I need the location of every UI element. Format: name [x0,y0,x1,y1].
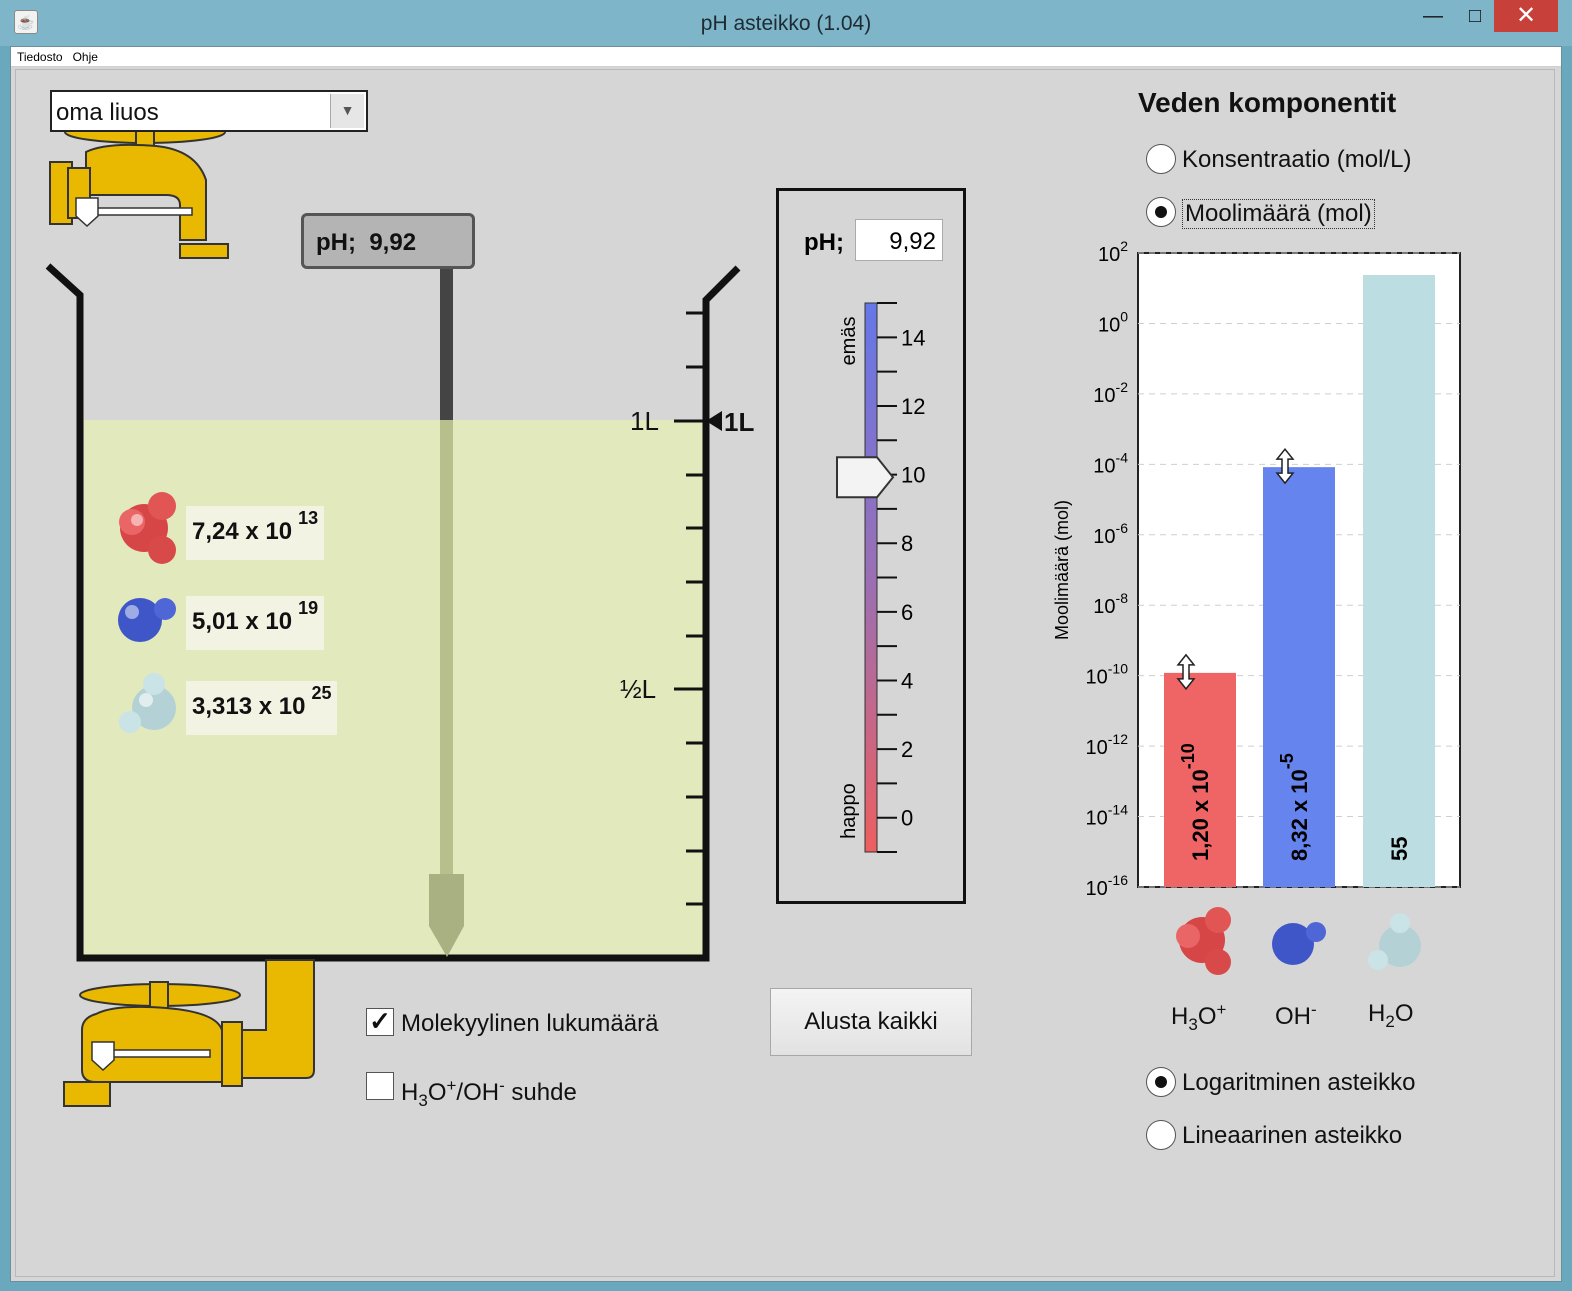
bottom-faucet[interactable] [63,959,315,1107]
menu-help[interactable]: Ohje [67,47,102,66]
simulation-panel: oma liuos ▼ pH; 9,92 1L 1L ½L 7,24 x 10 1… [15,69,1555,1277]
h3o-count: 7,24 x 10 13 [186,506,325,560]
oh-count: 5,01 x 10 19 [186,596,325,650]
chart-h3o-icon [1176,907,1231,975]
molecule-count-checkbox[interactable]: ✓ [366,1008,394,1036]
ph-tick-label: 4 [901,668,913,693]
chart-y-tick-label: 10-16 [1086,872,1129,900]
ph-tick-label: 8 [901,531,913,556]
ph-tick-label: 2 [901,737,913,762]
chart-bar [1363,275,1435,887]
chart-plot-area [1137,252,1461,888]
chart-bar [1164,672,1236,887]
solution-select-value: oma liuos [56,99,159,126]
ph-tick-label: 6 [901,600,913,625]
chart-y-tick-label: 10-8 [1093,590,1128,618]
reset-all-button[interactable]: Alusta kaikki [770,988,972,1056]
moles-radio[interactable] [1146,197,1176,227]
chart-y-tick-label: 10-10 [1086,661,1129,689]
app-frame: Tiedosto Ohje oma liuos ▼ pH; 9,92 1L 1L… [10,46,1562,1282]
chart-grid [1138,252,1460,888]
window-title: pH asteikko (1.04) [700,12,872,35]
maximize-button[interactable]: □ [1452,0,1498,32]
log-scale-label: Logaritminen asteikko [1182,1069,1416,1096]
ratio-label: H3O+/OH- suhde [401,1076,577,1110]
close-button[interactable]: ✕ [1494,0,1558,32]
chart-y-tick-label: 10-12 [1086,731,1129,759]
bar-resize-handle-icon[interactable] [1176,653,1196,691]
ph-scale: emäs happo 14 12 10 8 6 4 2 0 [836,302,925,853]
level-marker-label: 1L [724,407,755,437]
h2o-species-label: H2O [1368,1000,1414,1031]
h3o-species-label: H3O+ [1171,1000,1227,1034]
chart-bar [1263,467,1335,887]
solution-select[interactable]: oma liuos ▼ [50,90,368,132]
menu-file[interactable]: Tiedosto [11,47,67,66]
concentration-label: Konsentraatio (mol/L) [1182,146,1412,173]
moles-label: Moolimäärä (mol) [1182,199,1375,229]
top-faucet[interactable] [49,117,229,259]
chart-y-tick-label: 10-4 [1093,449,1128,477]
chart-oh-icon [1272,922,1326,965]
linear-scale-radio[interactable] [1146,1120,1176,1150]
menu-bar: Tiedosto Ohje [11,47,1561,67]
base-label: emäs [838,317,860,366]
ph-tick-label: 12 [901,394,925,419]
h2o-count: 3,313 x 10 25 [186,681,338,735]
probe-rod-submerged [440,420,453,875]
ratio-checkbox[interactable] [366,1072,394,1100]
ph-tick-label: 0 [901,806,913,831]
ph-tick-label: 10 [901,463,925,488]
side-panel-title: Veden komponentit [1138,87,1397,118]
ph-tick-label: 14 [901,325,925,350]
chart-y-tick-label: 102 [1098,238,1128,266]
probe-value: 9,92 [369,229,417,256]
concentration-radio[interactable] [1146,144,1176,174]
chart-y-tick-label: 100 [1098,308,1128,336]
probe-label: pH; [316,229,356,256]
chart-bar-label: 55 [1387,837,1412,861]
title-bar: ☕ pH asteikko (1.04) — □ ✕ [0,0,1572,46]
chart-y-tick-label: 10-14 [1086,802,1129,830]
minimize-button[interactable]: — [1410,0,1456,32]
molecule-count-label: Molekyylinen lukumäärä [401,1010,659,1037]
half-liter-label: ½L [620,674,657,704]
chart-bar-label: 1,20 x 10-10 [1178,743,1213,861]
bar-resize-handle-icon[interactable] [1275,447,1295,485]
chevron-down-icon[interactable]: ▼ [330,94,364,128]
chart-y-tick-label: 10-6 [1093,520,1128,548]
chart-y-tick-label: 10-2 [1093,379,1128,407]
ph-meter-panel: pH; 9,92 emäs happo 14 12 10 8 6 4 2 0 [776,188,966,904]
acid-label: happo [838,783,860,839]
log-scale-radio[interactable] [1146,1067,1176,1097]
one-liter-label: 1L [630,406,659,436]
probe-readout: pH; 9,92 [301,213,475,269]
chart-h2o-icon [1368,913,1421,970]
chart-y-ticks: 102 100 10-2 10-4 10-6 10-8 10-10 10-12 10-14 10-… [1086,238,1129,900]
oh-species-label: OH- [1275,1000,1317,1030]
chart-bars: 1,20 x 10-10 8,32 x 10-5 55 [1164,275,1435,887]
top-faucet-slider[interactable] [75,197,99,228]
linear-scale-label: Lineaarinen asteikko [1182,1122,1403,1149]
ph-slider-thumb[interactable] [836,456,895,499]
probe-rod[interactable] [440,268,453,420]
chart-bar-label: 8,32 x 10-5 [1277,753,1312,861]
beaker-liquid [84,420,704,958]
chart-y-axis-label: Moolimäärä (mol) [1052,500,1072,640]
